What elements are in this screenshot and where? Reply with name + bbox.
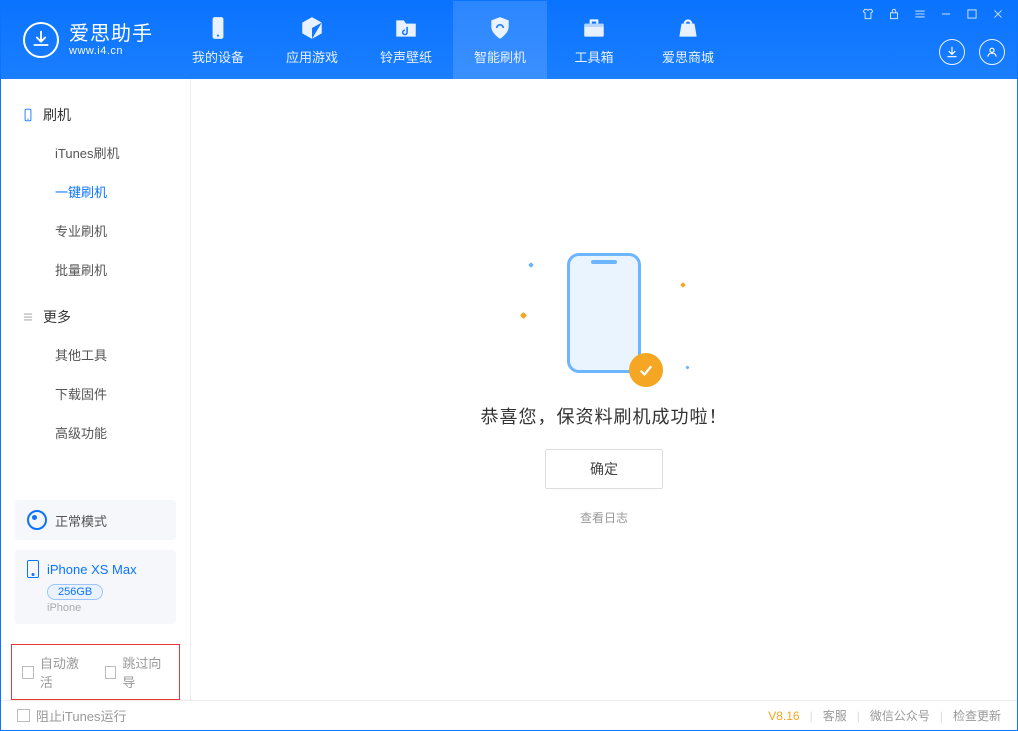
- lock-icon[interactable]: [887, 7, 901, 21]
- cube-icon: [299, 15, 325, 41]
- checkbox-icon: [22, 666, 34, 679]
- nav-label: 铃声壁纸: [380, 47, 432, 66]
- nav-smart-flash[interactable]: 智能刷机: [453, 1, 547, 79]
- music-folder-icon: [393, 15, 419, 41]
- account-button[interactable]: [979, 39, 1005, 65]
- phone-outline-icon: [21, 108, 35, 122]
- nav-label: 我的设备: [192, 47, 244, 66]
- checkbox-label: 自动激活: [40, 653, 87, 691]
- sidebar-item-oneclick-flash[interactable]: 一键刷机: [1, 172, 190, 211]
- sidebar-item-itunes-flash[interactable]: iTunes刷机: [1, 133, 190, 172]
- maximize-icon[interactable]: [965, 7, 979, 21]
- flash-options-row: 自动激活 跳过向导: [11, 644, 180, 700]
- checkbox-auto-activate[interactable]: 自动激活: [22, 653, 87, 691]
- group-title: 更多: [43, 307, 71, 327]
- minimize-icon[interactable]: [939, 7, 953, 21]
- version-label: V8.16: [768, 709, 799, 723]
- ok-button[interactable]: 确定: [545, 449, 663, 489]
- app-body: 刷机 iTunes刷机 一键刷机 专业刷机 批量刷机 更多 其他工具 下载固件 …: [1, 79, 1017, 700]
- logo-icon: [23, 22, 59, 58]
- device-panel: 正常模式 iPhone XS Max 256GB iPhone: [1, 500, 190, 644]
- nav-label: 工具箱: [574, 47, 613, 66]
- shirt-icon[interactable]: [861, 7, 875, 21]
- header-right: [861, 1, 1005, 79]
- checkmark-badge-icon: [629, 353, 663, 387]
- download-button[interactable]: [939, 39, 965, 65]
- mode-icon: [27, 510, 47, 530]
- download-icon: [945, 45, 959, 59]
- sidebar-item-other-tools[interactable]: 其他工具: [1, 335, 190, 374]
- mode-label: 正常模式: [55, 511, 107, 530]
- capacity-badge: 256GB: [47, 584, 103, 600]
- nav-my-device[interactable]: 我的设备: [171, 1, 265, 79]
- checkbox-label: 跳过向导: [122, 653, 169, 691]
- user-controls: [939, 39, 1005, 65]
- phone-icon: [205, 15, 231, 41]
- checkbox-label: 阻止iTunes运行: [36, 706, 127, 725]
- shield-refresh-icon: [487, 15, 513, 41]
- user-icon: [985, 45, 999, 59]
- nav-toolbox[interactable]: 工具箱: [547, 1, 641, 79]
- success-message: 恭喜您，保资料刷机成功啦！: [481, 403, 728, 429]
- nav-store[interactable]: 爱思商城: [641, 1, 735, 79]
- checkbox-icon: [105, 666, 117, 679]
- sidebar-group-more[interactable]: 更多: [1, 299, 190, 335]
- toolbox-icon: [581, 15, 607, 41]
- nav-label: 智能刷机: [474, 47, 526, 66]
- device-mode[interactable]: 正常模式: [15, 500, 176, 540]
- phone-illustration-icon: [567, 253, 641, 373]
- nav-label: 爱思商城: [662, 47, 714, 66]
- sidebar-item-download-firmware[interactable]: 下载固件: [1, 374, 190, 413]
- sidebar-group-flash[interactable]: 刷机: [1, 97, 190, 133]
- nav-apps-games[interactable]: 应用游戏: [265, 1, 359, 79]
- nav-label: 应用游戏: [286, 47, 338, 66]
- app-header: 爱思助手 www.i4.cn 我的设备 应用游戏 铃声壁纸 智能刷机 工具箱 爱…: [1, 1, 1017, 79]
- support-link[interactable]: 客服: [823, 707, 847, 724]
- close-icon[interactable]: [991, 7, 1005, 21]
- sidebar-item-batch-flash[interactable]: 批量刷机: [1, 250, 190, 289]
- main-content: 恭喜您，保资料刷机成功啦！ 确定 查看日志: [191, 79, 1017, 700]
- success-illustration: [549, 253, 659, 383]
- logo[interactable]: 爱思助手 www.i4.cn: [1, 22, 171, 58]
- sidebar: 刷机 iTunes刷机 一键刷机 专业刷机 批量刷机 更多 其他工具 下载固件 …: [1, 79, 191, 700]
- checkbox-skip-guide[interactable]: 跳过向导: [105, 653, 170, 691]
- nav-ringtones-wallpapers[interactable]: 铃声壁纸: [359, 1, 453, 79]
- device-info[interactable]: iPhone XS Max 256GB iPhone: [15, 550, 176, 624]
- checkbox-block-itunes[interactable]: 阻止iTunes运行: [17, 706, 127, 725]
- store-icon: [675, 15, 701, 41]
- checkbox-icon: [17, 709, 30, 722]
- app-name: 爱思助手: [69, 23, 153, 45]
- status-bar: 阻止iTunes运行 V8.16 | 客服 | 微信公众号 | 检查更新: [1, 700, 1017, 730]
- window-controls: [861, 7, 1005, 21]
- device-type: iPhone: [47, 602, 164, 614]
- group-title: 刷机: [43, 105, 71, 125]
- wechat-link[interactable]: 微信公众号: [870, 707, 930, 724]
- sidebar-item-pro-flash[interactable]: 专业刷机: [1, 211, 190, 250]
- phone-mini-icon: [27, 560, 39, 578]
- list-icon: [21, 310, 35, 324]
- app-url: www.i4.cn: [69, 45, 153, 57]
- menu-icon[interactable]: [913, 7, 927, 21]
- view-log-link[interactable]: 查看日志: [580, 509, 628, 526]
- sidebar-item-advanced[interactable]: 高级功能: [1, 413, 190, 452]
- logo-text: 爱思助手 www.i4.cn: [69, 23, 153, 57]
- top-nav: 我的设备 应用游戏 铃声壁纸 智能刷机 工具箱 爱思商城: [171, 1, 735, 79]
- device-name: iPhone XS Max: [47, 562, 137, 577]
- check-update-link[interactable]: 检查更新: [953, 707, 1001, 724]
